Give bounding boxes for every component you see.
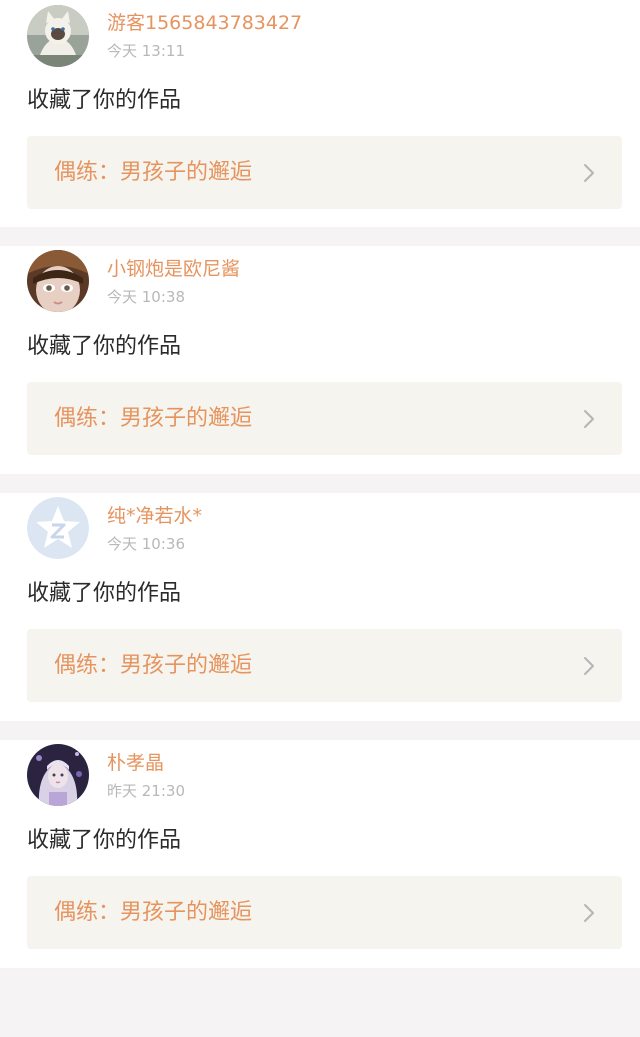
username[interactable]: 游客1565843783427	[107, 10, 302, 36]
chevron-right-icon	[582, 162, 596, 184]
notification-card: 纯*净若水* 今天 10:36 收藏了你的作品 偶练：男孩子的邂逅	[0, 493, 640, 721]
girl-avatar-icon	[27, 744, 89, 806]
work-link[interactable]: 偶练：男孩子的邂逅	[27, 382, 622, 455]
action-text: 收藏了你的作品	[27, 88, 182, 113]
chevron-right-icon	[582, 655, 596, 677]
cat-avatar-icon	[27, 5, 89, 67]
work-link[interactable]: 偶练：男孩子的邂逅	[27, 876, 622, 949]
timestamp: 今天 13:11	[107, 42, 185, 60]
default-star-avatar[interactable]	[27, 497, 89, 559]
username[interactable]: 朴孝晶	[107, 750, 164, 776]
username[interactable]: 纯*净若水*	[107, 503, 202, 529]
timestamp: 今天 10:36	[107, 535, 185, 553]
action-text: 收藏了你的作品	[27, 581, 182, 606]
work-title: 偶练：男孩子的邂逅	[54, 900, 253, 925]
star-avatar-icon	[27, 497, 89, 559]
username[interactable]: 小钢炮是欧尼酱	[107, 256, 240, 282]
chevron-right-icon	[582, 902, 596, 924]
work-link[interactable]: 偶练：男孩子的邂逅	[27, 136, 622, 209]
action-text: 收藏了你的作品	[27, 828, 182, 853]
notification-card: 朴孝晶 昨天 21:30 收藏了你的作品 偶练：男孩子的邂逅	[0, 740, 640, 968]
work-title: 偶练：男孩子的邂逅	[54, 653, 253, 678]
girl-photo-avatar[interactable]	[27, 744, 89, 806]
notification-card: 小钢炮是欧尼酱 今天 10:38 收藏了你的作品 偶练：男孩子的邂逅	[0, 246, 640, 474]
doll-photo-avatar[interactable]	[27, 250, 89, 312]
timestamp: 今天 10:38	[107, 288, 185, 306]
timestamp: 昨天 21:30	[107, 782, 185, 800]
doll-avatar-icon	[27, 250, 89, 312]
notification-card: 游客1565843783427 今天 13:11 收藏了你的作品 偶练：男孩子的…	[0, 0, 640, 227]
work-link[interactable]: 偶练：男孩子的邂逅	[27, 629, 622, 702]
work-title: 偶练：男孩子的邂逅	[54, 160, 253, 185]
cat-photo-avatar[interactable]	[27, 5, 89, 67]
work-title: 偶练：男孩子的邂逅	[54, 406, 253, 431]
action-text: 收藏了你的作品	[27, 334, 182, 359]
chevron-right-icon	[582, 408, 596, 430]
notification-feed: 游客1565843783427 今天 13:11 收藏了你的作品 偶练：男孩子的…	[0, 0, 640, 968]
